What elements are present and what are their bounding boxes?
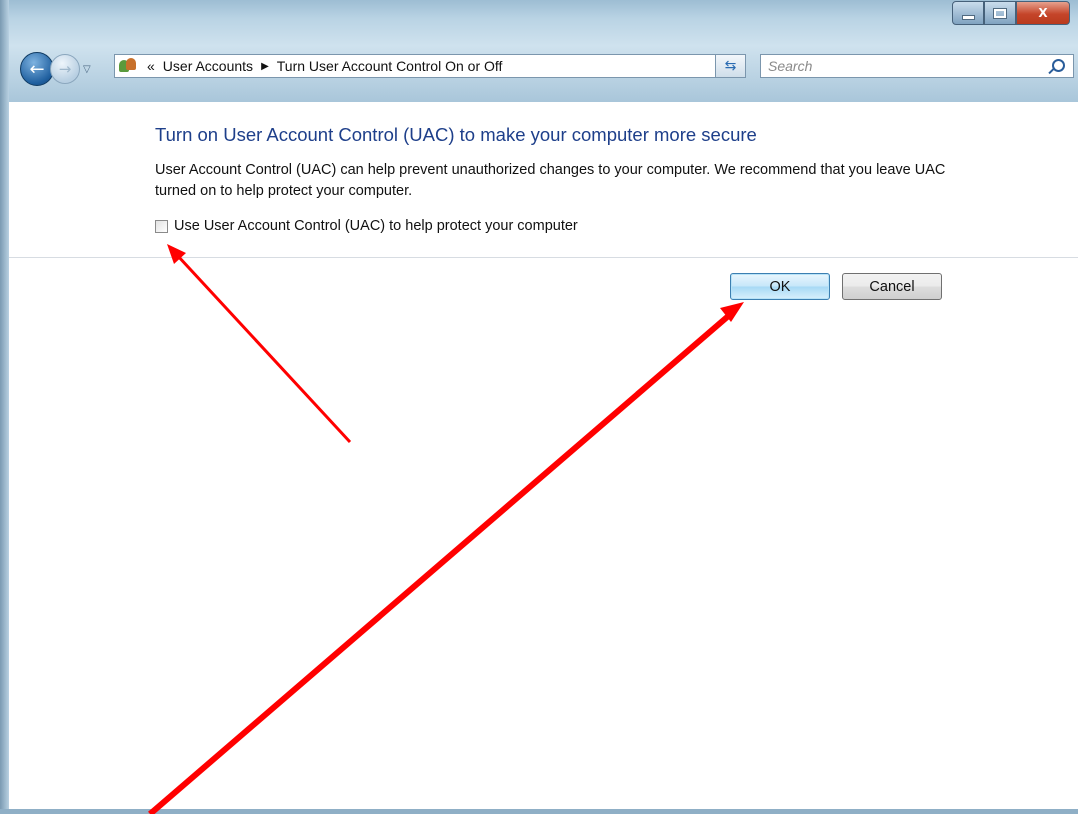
breadcrumb-user-accounts[interactable]: User Accounts [163,58,253,74]
minimize-icon [961,14,975,20]
divider [9,257,1078,258]
uac-settings-window: X ← → ▽ « User Accounts ▶ Turn User Acco… [0,0,1078,814]
maximize-icon [993,7,1007,19]
cancel-button[interactable]: Cancel [842,273,942,300]
window-titlebar [0,0,1078,102]
close-icon: X [1038,6,1048,20]
page-description: User Account Control (UAC) can help prev… [155,162,946,199]
uac-checkbox-row[interactable]: Use User Account Control (UAC) to help p… [155,218,578,234]
navigation-buttons: ← → ▽ [20,52,91,86]
ok-button[interactable]: OK [730,273,830,300]
search-box[interactable] [760,54,1074,78]
recent-pages-button[interactable]: ▽ [83,64,91,75]
window-bottom-frame [0,809,1078,814]
search-input[interactable] [766,57,1040,75]
breadcrumb-separator-icon[interactable]: ▶ [261,61,269,72]
chevron-down-icon: ▽ [83,63,91,75]
content-pane: Turn on User Account Control (UAC) to ma… [9,102,1078,809]
search-icon[interactable] [1052,59,1065,72]
breadcrumb-turn-uac-on-off[interactable]: Turn User Account Control On or Off [277,58,503,74]
hidden-crumbs-chevron[interactable]: « [147,58,155,74]
refresh-button[interactable]: ⇆ [715,54,746,78]
forward-arrow-icon: → [58,60,72,78]
address-bar[interactable]: « User Accounts ▶ Turn User Account Cont… [114,54,741,78]
window-left-frame [0,0,9,814]
page-title: Turn on User Account Control (UAC) to ma… [155,124,757,145]
uac-checkbox[interactable] [155,219,168,233]
maximize-button[interactable] [984,1,1016,25]
back-button[interactable]: ← [20,52,54,86]
refresh-icon: ⇆ [724,58,737,74]
back-arrow-icon: ← [29,58,45,80]
close-button[interactable]: X [1016,1,1070,25]
uac-checkbox-label[interactable]: Use User Account Control (UAC) to help p… [174,218,578,234]
user-accounts-icon [119,58,137,74]
caption-buttons: X [952,1,1070,25]
forward-button[interactable]: → [50,54,80,84]
minimize-button[interactable] [952,1,984,25]
